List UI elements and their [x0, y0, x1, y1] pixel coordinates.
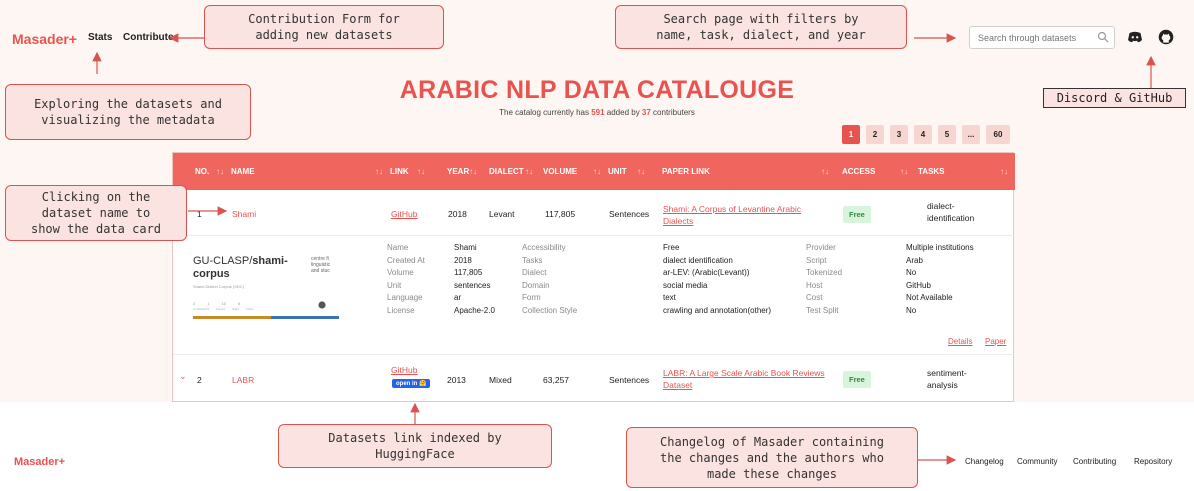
- unit: Sentences: [609, 375, 650, 385]
- sort-icon[interactable]: ↑↓: [821, 167, 829, 176]
- datacard-keys-3: Provider Script Tokenized Host Cost Test Spli…: [806, 243, 843, 315]
- repo-stats: 2 1 10 6: [193, 301, 241, 306]
- table-header: NO. ↑↓ NAME ↑↓ LINK ↑↓ YEAR ↑↓ DIALECT ↑…: [173, 153, 1015, 190]
- col-no[interactable]: NO.: [195, 167, 209, 176]
- search-input[interactable]: [969, 26, 1115, 49]
- annotation-exploring: Exploring the datasets and visualizing th…: [5, 84, 251, 140]
- datacard-keys-2: Accessibility Tasks Dialect Domain Form Colle…: [522, 243, 578, 315]
- col-volume[interactable]: VOLUME: [543, 167, 577, 176]
- dataset-count: 591: [591, 108, 605, 117]
- datacard-values-2: Free dialect identification ar-LEV: (Arabi…: [663, 243, 772, 315]
- sort-icon[interactable]: ↑↓: [900, 167, 908, 176]
- footer-changelog-link[interactable]: Changelog: [965, 457, 1004, 466]
- contributor-count: 37: [641, 108, 651, 117]
- chevron-down-icon[interactable]: ⌄: [179, 371, 187, 382]
- nav-contribute[interactable]: Contribute: [123, 32, 174, 43]
- github-link[interactable]: GitHub: [391, 365, 417, 375]
- annotation-changelog: Changelog of Masader containing the chang…: [626, 427, 918, 488]
- repo-side-text: centre fi linguistic and stuc: [311, 256, 331, 274]
- datacard-values-1: Shami 2018 117,805 sentences ar Apache-2.0: [454, 243, 495, 315]
- table-row[interactable]: ⌄ 2 LABR GitHub open in 🤗 2013 Mixed 63,…: [173, 355, 1015, 401]
- datacard-keys-1: Name Created At Volume Unit Language License: [387, 243, 425, 315]
- row-number: 2: [197, 375, 202, 385]
- pagination: 1 2 3 4 5 ... 60: [842, 125, 1010, 144]
- tasks: sentiment-analysis: [927, 368, 967, 390]
- search-icon[interactable]: [1097, 31, 1109, 43]
- sort-icon[interactable]: ↑↓: [1000, 167, 1008, 176]
- col-year[interactable]: YEAR: [447, 167, 469, 176]
- dataset-name-link[interactable]: LABR: [232, 375, 254, 385]
- page-button-4[interactable]: 4: [914, 125, 932, 144]
- unit: Sentences: [609, 209, 650, 219]
- sort-icon[interactable]: ↑↓: [593, 167, 601, 176]
- page-button-3[interactable]: 3: [890, 125, 908, 144]
- year: 2013: [447, 375, 466, 385]
- annotation-discord-github: Discord & GitHub: [1043, 88, 1186, 108]
- volume: 117,805: [545, 209, 576, 219]
- nav-stats[interactable]: Stats: [88, 32, 112, 43]
- github-icon[interactable]: [1158, 29, 1174, 45]
- col-link[interactable]: LINK: [390, 167, 409, 176]
- page-button-1[interactable]: 1: [842, 125, 860, 144]
- annotation-huggingface: Datasets link indexed by HuggingFace: [278, 424, 552, 468]
- paper-details-link[interactable]: Paper: [985, 337, 1006, 346]
- footer-contributing-link[interactable]: Contributing: [1073, 457, 1116, 466]
- access-badge: Free: [843, 206, 871, 223]
- page-button-2[interactable]: 2: [866, 125, 884, 144]
- language-bar: [271, 316, 339, 319]
- row-divider: [173, 235, 1015, 236]
- footer-repository-link[interactable]: Repository: [1134, 457, 1172, 466]
- github-link[interactable]: GitHub: [391, 209, 417, 219]
- table-row[interactable]: 1 Shami GitHub 2018 Levant 117,805 Sente…: [173, 190, 1015, 235]
- discord-icon[interactable]: [1127, 29, 1143, 45]
- annotation-clicking: Clicking on the dataset name to show the d…: [5, 185, 187, 241]
- col-dialect[interactable]: DIALECT: [489, 167, 524, 176]
- col-paper-link[interactable]: PAPER LINK: [662, 167, 710, 176]
- language-bar: [193, 316, 271, 319]
- datasets-table: NO. ↑↓ NAME ↑↓ LINK ↑↓ YEAR ↑↓ DIALECT ↑…: [172, 152, 1015, 402]
- paper-link[interactable]: Shami: A Corpus of Levantine Arabic Diale…: [663, 203, 801, 227]
- github-icon: [318, 301, 326, 309]
- repo-name: corpus: [193, 268, 230, 280]
- datacard-values-3: Multiple institutions Arab No GitHub Not Ava…: [906, 243, 974, 315]
- col-tasks[interactable]: TASKS: [918, 167, 945, 176]
- access-badge: Free: [843, 371, 871, 388]
- year: 2018: [448, 209, 467, 219]
- repo-description: Shami Dialect Corpus (SDC): [193, 284, 244, 289]
- dialect: Levant: [489, 209, 515, 219]
- details-link[interactable]: Details: [948, 337, 972, 346]
- sort-icon[interactable]: ↑↓: [637, 167, 645, 176]
- sort-icon[interactable]: ↑↓: [469, 167, 477, 176]
- col-access[interactable]: ACCESS: [842, 167, 875, 176]
- dataset-name-link[interactable]: Shami: [232, 209, 256, 219]
- paper-link[interactable]: LABR: A Large Scale Arabic Book Reviews D…: [663, 367, 825, 391]
- tasks: dialect-identification: [927, 201, 975, 223]
- col-name[interactable]: NAME: [231, 167, 255, 176]
- repo-owner: GU-CLASP/shami-: [193, 255, 288, 267]
- sort-icon[interactable]: ↑↓: [525, 167, 533, 176]
- footer-brand[interactable]: Masader+: [14, 456, 65, 468]
- col-unit[interactable]: UNIT: [608, 167, 627, 176]
- sort-icon[interactable]: ↑↓: [375, 167, 383, 176]
- volume: 63,257: [543, 375, 569, 385]
- sort-icon[interactable]: ↑↓: [216, 167, 224, 176]
- row-number: 1: [197, 209, 202, 219]
- footer-community-link[interactable]: Community: [1017, 457, 1057, 466]
- page-ellipsis: ...: [962, 125, 980, 144]
- huggingface-badge[interactable]: open in 🤗: [392, 379, 431, 388]
- page-button-5[interactable]: 5: [938, 125, 956, 144]
- dialect: Mixed: [489, 375, 512, 385]
- github-repo-preview: GU-CLASP/shami- corpus Shami Dialect Cor…: [193, 245, 341, 321]
- annotation-search: Search page with filters by name, task, d…: [615, 5, 907, 49]
- annotation-contribution: Contribution Form for adding new datasets: [204, 5, 444, 49]
- repo-stat-labels: Contributors Issues Stars Forks: [193, 307, 254, 311]
- page-button-60[interactable]: 60: [986, 125, 1010, 144]
- sort-icon[interactable]: ↑↓: [417, 167, 425, 176]
- brand-logo[interactable]: Masader+: [12, 31, 77, 47]
